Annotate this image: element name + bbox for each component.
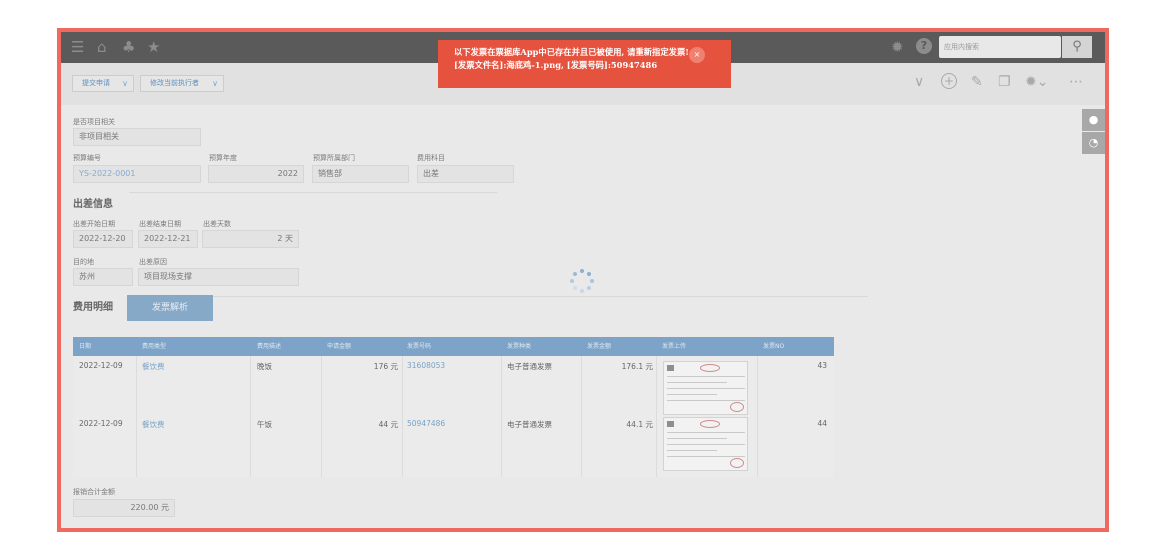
cell-invoice-no[interactable]: 31608053 [407, 361, 445, 370]
budget-dept-field[interactable]: 销售部 [312, 165, 409, 183]
search-icon: ⚲ [1072, 39, 1082, 54]
column-header: 发票NO [763, 343, 785, 350]
invoice-thumbnail[interactable] [663, 417, 748, 471]
copy-icon[interactable]: ❐ [998, 74, 1011, 90]
trip-section-title: 出差信息 [73, 199, 113, 210]
column-divider [250, 356, 251, 477]
column-header: 发票种类 [507, 343, 532, 350]
chevron-down-icon: ∨ [122, 79, 128, 88]
trip-days-field[interactable]: 2 天 [202, 230, 299, 248]
trip-reason-field[interactable]: 项目现场支撑 [138, 268, 299, 286]
cell-type[interactable]: 餐饮费 [142, 419, 165, 430]
cost-subject-label: 费用科目 [417, 154, 445, 162]
cell-invoice-amount: 176.1 元 [621, 362, 653, 371]
column-header: 发票金额 [587, 343, 612, 350]
trip-divider [129, 192, 497, 193]
gear-icon[interactable]: ✹ [891, 39, 904, 56]
total-field: 220.00 元 [73, 499, 175, 517]
trip-start-label: 出差开始日期 [73, 220, 115, 228]
submit-request-label: 提交申请 [82, 79, 110, 87]
column-divider [581, 356, 582, 477]
expense-divider [213, 296, 868, 297]
destination-label: 目的地 [73, 258, 94, 266]
budget-year-field[interactable]: 2022 [208, 165, 304, 183]
menu-icon[interactable]: ☰ [71, 39, 84, 56]
budget-year-label: 预算年度 [209, 154, 237, 162]
is-project-label: 是否项目相关 [73, 118, 115, 126]
check-circle-icon[interactable]: ◔ [1082, 132, 1105, 154]
trip-days-label: 出差天数 [203, 220, 231, 228]
budget-no-label: 预算编号 [73, 154, 101, 162]
column-divider [321, 356, 322, 477]
cell-type[interactable]: 餐饮费 [142, 361, 165, 372]
cost-subject-field[interactable]: 出差 [417, 165, 514, 183]
column-divider [136, 356, 137, 477]
budget-dept-label: 预算所属部门 [313, 154, 355, 162]
toast-message-line2: [发票文件名]:海底鸡-1.png, [发票号码]:50947486 [454, 60, 658, 70]
budget-no-field[interactable]: YS-2022-0001 [73, 165, 201, 183]
column-divider [757, 356, 758, 477]
column-header: 费用类型 [142, 343, 167, 350]
cell-date: 2022-12-09 [79, 419, 123, 428]
cell-amount: 176 元 [373, 362, 398, 371]
close-icon[interactable]: × [689, 47, 705, 63]
cell-invoice-no[interactable]: 50947486 [407, 419, 445, 428]
settings-menu-icon[interactable]: ✹⌄ [1025, 74, 1048, 90]
comment-icon[interactable]: ● [1082, 109, 1105, 131]
add-icon[interactable]: + [941, 73, 957, 89]
search-button[interactable]: ⚲ [1062, 36, 1092, 58]
more-icon[interactable]: ⋯ [1069, 74, 1083, 90]
invoice-parse-button[interactable]: 发票解析 [127, 295, 213, 321]
total-label: 报销合计金额 [73, 488, 115, 496]
trip-end-field[interactable]: 2022-12-21 [138, 230, 198, 248]
cell-invoice-seq: 43 [817, 361, 827, 370]
cell-invoice-amount: 44.1 元 [626, 420, 653, 429]
is-project-field[interactable]: 非项目相关 [73, 128, 201, 146]
column-divider [656, 356, 657, 477]
trip-reason-label: 出差原因 [139, 258, 167, 266]
trip-end-label: 出差结束日期 [139, 220, 181, 228]
app-window: ☰ ⌂ ♣ ★ ✹ ? 应用内搜索 ⚲ 提交申请 ∨ 修改当前执行者 ∨ ∨ +… [57, 28, 1109, 532]
table-header: 日期 费用类型 费用描述 申请金额 发票号码 发票种类 发票金额 发票上传 发票… [73, 337, 834, 356]
submit-request-button[interactable]: 提交申请 ∨ [72, 75, 134, 92]
cell-date: 2022-12-09 [79, 361, 123, 370]
loading-spinner-icon [570, 269, 594, 293]
column-divider [402, 356, 403, 477]
trip-start-field[interactable]: 2022-12-20 [73, 230, 133, 248]
column-header: 日期 [79, 343, 92, 350]
change-executor-label: 修改当前执行者 [150, 79, 199, 87]
change-executor-button[interactable]: 修改当前执行者 ∨ [140, 75, 224, 92]
column-header: 申请金额 [327, 343, 352, 350]
cell-desc: 晚饭 [257, 362, 272, 371]
help-icon[interactable]: ? [916, 38, 932, 54]
edit-icon[interactable]: ✎ [971, 74, 983, 90]
expense-table: 日期 费用类型 费用描述 申请金额 发票号码 发票种类 发票金额 发票上传 发票… [73, 337, 834, 477]
error-toast: 以下发票在票据库App中已存在并且已被使用, 请重新指定发票! [发票文件名]:… [438, 40, 731, 88]
cell-invoice-seq: 44 [817, 419, 827, 428]
column-header: 发票上传 [662, 343, 687, 350]
bell-icon[interactable]: ♣ [122, 39, 135, 56]
destination-field[interactable]: 苏州 [73, 268, 133, 286]
cell-invoice-kind: 电子普通发票 [507, 420, 552, 429]
column-header: 发票号码 [407, 343, 432, 350]
collapse-chevron-icon[interactable]: ∨ [914, 74, 924, 90]
invoice-thumbnail[interactable] [663, 361, 748, 415]
column-divider [501, 356, 502, 477]
cell-amount: 44 元 [378, 420, 398, 429]
search-input[interactable]: 应用内搜索 [939, 36, 1061, 58]
chevron-down-icon: ∨ [212, 79, 218, 88]
home-icon[interactable]: ⌂ [97, 39, 107, 56]
cell-invoice-kind: 电子普通发票 [507, 362, 552, 371]
cell-desc: 午饭 [257, 420, 272, 429]
column-header: 费用描述 [257, 343, 282, 350]
expense-section-title: 费用明细 [73, 302, 113, 313]
star-icon[interactable]: ★ [147, 39, 160, 56]
